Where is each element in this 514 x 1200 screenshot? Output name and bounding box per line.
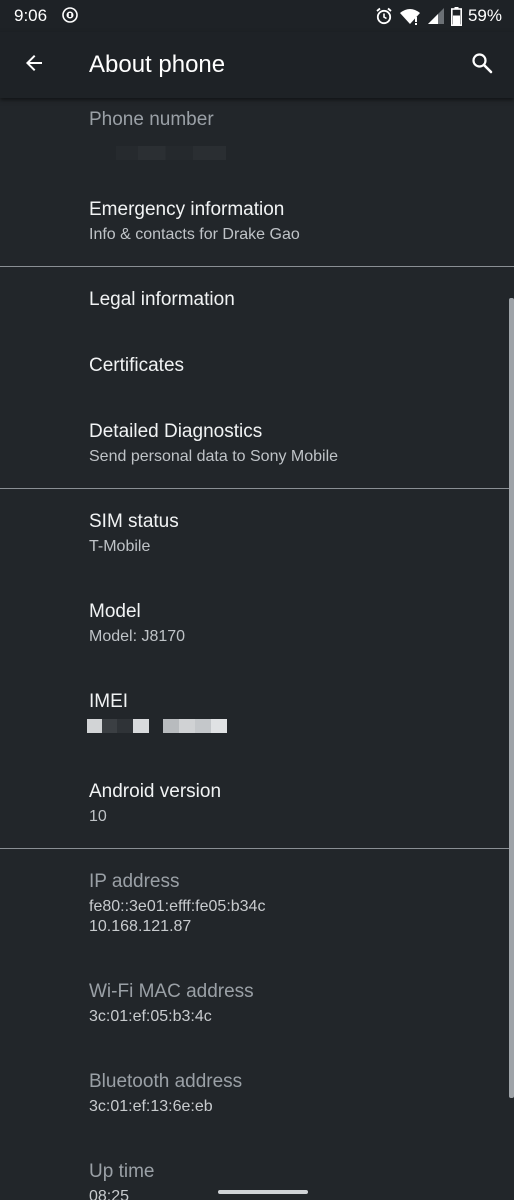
- android-version-item[interactable]: Android version 10: [0, 770, 514, 846]
- wifi-mac-address-item: Wi-Fi MAC address 3c:01:ef:05:b3:4c: [0, 970, 514, 1046]
- imei-title: IMEI: [89, 691, 129, 712]
- app-notification-icon: [62, 7, 78, 23]
- search-button[interactable]: [460, 41, 504, 89]
- bluetooth-address-item: Bluetooth address 3c:01:ef:13:6e:eb: [0, 1060, 514, 1136]
- signal-icon: [427, 7, 445, 25]
- wifi-icon: [399, 7, 421, 25]
- phone-number-redacted: [116, 146, 226, 160]
- ip-address-item: IP address fe80::3e01:efff:fe05:b34c 10.…: [0, 860, 514, 956]
- gesture-nav-handle[interactable]: [218, 1190, 308, 1194]
- status-icons: 59%: [375, 5, 502, 27]
- phone-number-item[interactable]: Phone number: [0, 98, 514, 176]
- imei-redacted: [87, 719, 149, 733]
- model-title: Model: [89, 601, 141, 622]
- android-version-title: Android version: [89, 781, 222, 802]
- app-bar: About phone: [0, 32, 514, 98]
- page-title: About phone: [89, 51, 226, 78]
- wifi-mac-address-value: 3c:01:ef:05:b3:4c: [89, 1008, 212, 1025]
- sim-status-item[interactable]: SIM status T-Mobile: [0, 500, 514, 576]
- certificates-item[interactable]: Certificates: [0, 344, 514, 400]
- legal-information-item[interactable]: Legal information: [0, 278, 514, 334]
- emergency-information-item[interactable]: Emergency information Info & contacts fo…: [0, 188, 514, 264]
- bluetooth-address-value: 3c:01:ef:13:6e:eb: [89, 1098, 213, 1115]
- up-time-title: Up time: [89, 1161, 155, 1182]
- up-time-value: 08:25: [89, 1188, 130, 1200]
- ip-address-title: IP address: [89, 871, 180, 892]
- search-icon: [470, 51, 494, 80]
- battery-icon: [450, 6, 462, 26]
- detailed-diagnostics-subtitle: Send personal data to Sony Mobile: [89, 448, 339, 465]
- divider: [0, 488, 514, 489]
- detailed-diagnostics-title: Detailed Diagnostics: [89, 421, 263, 442]
- divider: [0, 848, 514, 849]
- imei-item[interactable]: IMEI: [0, 680, 514, 756]
- about-phone-screen: 9:06 59% About phone Phone number Emerge…: [0, 0, 514, 1200]
- status-bar: 9:06 59%: [0, 0, 514, 32]
- back-button[interactable]: [14, 41, 54, 89]
- status-time: 9:06: [14, 6, 48, 25]
- bluetooth-address-title: Bluetooth address: [89, 1071, 243, 1092]
- android-version-subtitle: 10: [89, 808, 107, 825]
- phone-number-title: Phone number: [89, 109, 214, 130]
- emergency-information-subtitle: Info & contacts for Drake Gao: [89, 226, 300, 243]
- ip-address-ipv4: 10.168.121.87: [89, 918, 192, 935]
- model-item[interactable]: Model Model: J8170: [0, 590, 514, 666]
- alarm-icon: [375, 7, 393, 25]
- ip-address-ipv6: fe80::3e01:efff:fe05:b34c: [89, 898, 266, 915]
- sim-status-title: SIM status: [89, 511, 179, 532]
- certificates-title: Certificates: [89, 355, 185, 376]
- sim-status-subtitle: T-Mobile: [89, 538, 151, 555]
- divider: [0, 266, 514, 267]
- arrow-back-icon: [22, 51, 46, 80]
- imei-redacted: [163, 719, 227, 733]
- detailed-diagnostics-item[interactable]: Detailed Diagnostics Send personal data …: [0, 410, 514, 486]
- scrollbar[interactable]: [509, 298, 514, 1098]
- model-subtitle: Model: J8170: [89, 628, 186, 645]
- battery-percentage: 59%: [467, 6, 502, 25]
- wifi-mac-address-title: Wi-Fi MAC address: [89, 981, 254, 1002]
- emergency-information-title: Emergency information: [89, 199, 285, 220]
- legal-information-title: Legal information: [89, 289, 235, 310]
